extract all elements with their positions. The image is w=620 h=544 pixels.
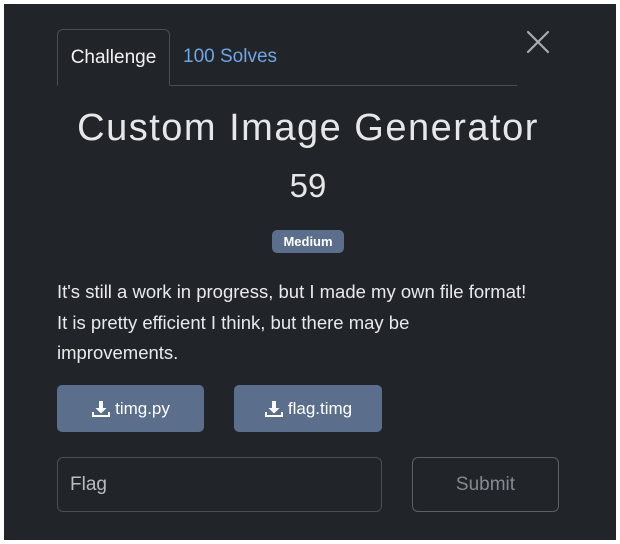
download-icon <box>92 400 111 417</box>
description-line: It is pretty efficient I think, but ther… <box>57 311 410 333</box>
tab-solves[interactable]: 100 Solves <box>183 29 277 85</box>
description-line: It's still a work in progress, but I mad… <box>57 281 527 302</box>
tab-bar: Challenge 100 Solves <box>57 29 517 86</box>
challenge-title: Custom Image Generator <box>77 107 539 149</box>
download-file-name: timg.py <box>115 398 170 418</box>
close-icon <box>526 30 550 54</box>
challenge-modal: Challenge 100 Solves Custom Image Genera… <box>4 4 616 540</box>
description-line: improvements. <box>57 342 179 363</box>
challenge-description: It's still a work in progress, but I mad… <box>57 277 577 369</box>
download-timg-py-button[interactable]: timg.py <box>57 385 204 432</box>
challenge-points: 59 <box>289 167 327 204</box>
tab-challenge[interactable]: Challenge <box>57 29 170 86</box>
difficulty-badge: Medium <box>272 230 344 253</box>
download-file-name: flag.timg <box>287 398 353 418</box>
difficulty-badge-wrap: Medium <box>4 230 612 253</box>
flag-input[interactable] <box>57 457 382 512</box>
download-flag-timg-button[interactable]: flag.timg <box>234 385 382 432</box>
submit-button[interactable]: Submit <box>412 457 559 512</box>
download-icon <box>264 400 283 417</box>
close-button[interactable] <box>524 28 552 56</box>
